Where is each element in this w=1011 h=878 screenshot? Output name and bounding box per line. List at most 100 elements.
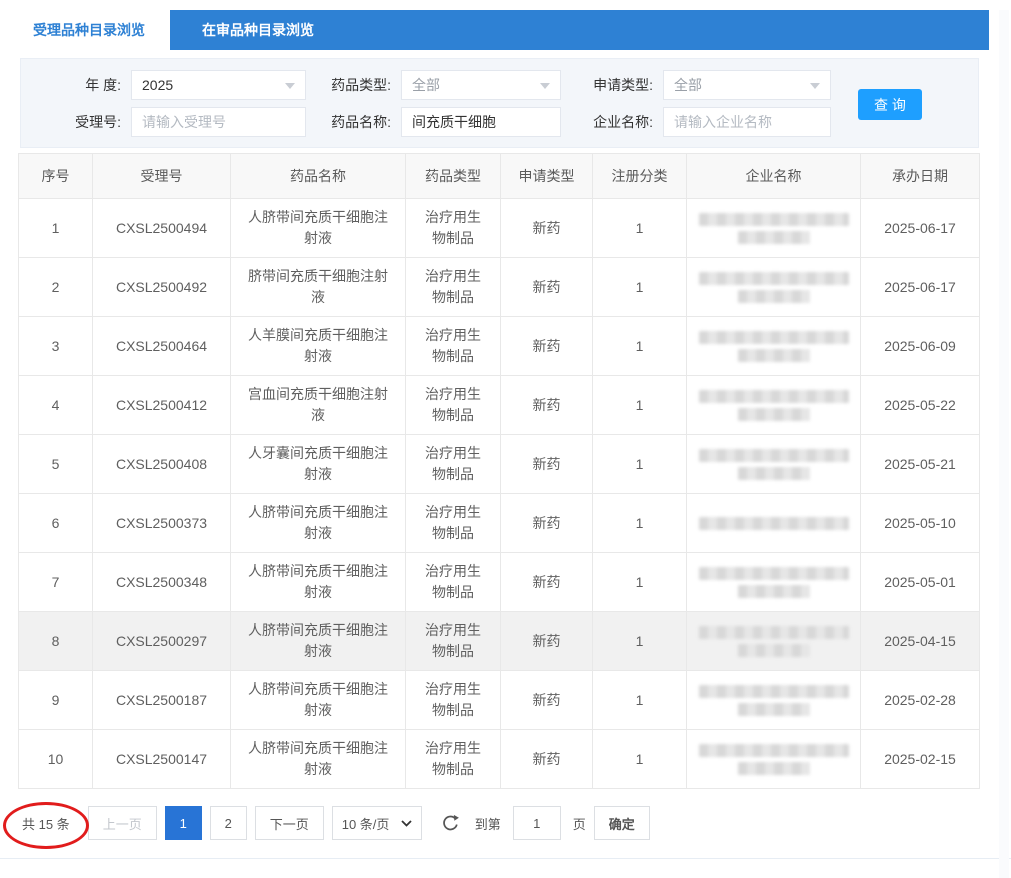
- cell-acceptance-no: CXSL2500412: [93, 376, 231, 435]
- cell-no: 3: [19, 317, 93, 376]
- cell-drug-name: 人羊膜间充质干细胞注射液: [231, 317, 406, 376]
- table-row[interactable]: 5CXSL2500408人牙囊间充质干细胞注射液治疗用生物制品新药12025-0…: [19, 435, 980, 494]
- cell-company-redacted: [687, 494, 861, 553]
- refresh-icon[interactable]: [440, 813, 461, 834]
- scrollbar-track[interactable]: [999, 10, 1009, 878]
- cell-company-redacted: [687, 376, 861, 435]
- apply-type-label: 申请类型:: [561, 75, 663, 95]
- redacted-company-name: [693, 567, 854, 598]
- cell-no: 8: [19, 612, 93, 671]
- table-row[interactable]: 10CXSL2500147人脐带间充质干细胞注射液治疗用生物制品新药12025-…: [19, 730, 980, 789]
- cell-acceptance-no: CXSL2500492: [93, 258, 231, 317]
- confirm-button[interactable]: 确定: [594, 806, 650, 840]
- cell-date: 2025-06-17: [861, 258, 980, 317]
- table-row[interactable]: 1CXSL2500494人脐带间充质干细胞注射液治疗用生物制品新药12025-0…: [19, 199, 980, 258]
- cell-drug-name: 人脐带间充质干细胞注射液: [231, 671, 406, 730]
- goto-page-unit: 页: [573, 814, 586, 833]
- column-header: 承办日期: [861, 154, 980, 199]
- company-name-label: 企业名称:: [561, 112, 663, 132]
- cell-date: 2025-02-15: [861, 730, 980, 789]
- cell-acceptance-no: CXSL2500297: [93, 612, 231, 671]
- cell-apply-type: 新药: [501, 317, 593, 376]
- cell-drug-type: 治疗用生物制品: [406, 671, 501, 730]
- cell-apply-type: 新药: [501, 730, 593, 789]
- next-page-button[interactable]: 下一页: [255, 806, 324, 840]
- table-row[interactable]: 3CXSL2500464人羊膜间充质干细胞注射液治疗用生物制品新药12025-0…: [19, 317, 980, 376]
- column-header: 申请类型: [501, 154, 593, 199]
- table-row[interactable]: 9CXSL2500187人脐带间充质干细胞注射液治疗用生物制品新药12025-0…: [19, 671, 980, 730]
- year-label: 年 度:: [56, 75, 131, 95]
- column-header: 企业名称: [687, 154, 861, 199]
- cell-apply-type: 新药: [501, 199, 593, 258]
- year-select[interactable]: 2025: [131, 70, 306, 100]
- cell-company-redacted: [687, 671, 861, 730]
- table-row[interactable]: 4CXSL2500412宫血间充质干细胞注射液治疗用生物制品新药12025-05…: [19, 376, 980, 435]
- cell-drug-name: 宫血间充质干细胞注射液: [231, 376, 406, 435]
- table-row[interactable]: 7CXSL2500348人脐带间充质干细胞注射液治疗用生物制品新药12025-0…: [19, 553, 980, 612]
- cell-acceptance-no: CXSL2500348: [93, 553, 231, 612]
- cell-drug-type: 治疗用生物制品: [406, 376, 501, 435]
- redacted-company-name: [693, 449, 854, 480]
- apply-type-select-value: 全部: [674, 75, 702, 95]
- total-count-text: 共 15 条: [22, 817, 70, 832]
- cell-drug-type: 治疗用生物制品: [406, 317, 501, 376]
- chevron-down-icon: [285, 83, 295, 89]
- cell-drug-name: 人脐带间充质干细胞注射液: [231, 199, 406, 258]
- tab-bar: 受理品种目录浏览 在审品种目录浏览: [8, 10, 989, 50]
- cell-reg-class: 1: [593, 553, 687, 612]
- column-header: 受理号: [93, 154, 231, 199]
- cell-date: 2025-05-10: [861, 494, 980, 553]
- cell-drug-type: 治疗用生物制品: [406, 730, 501, 789]
- bottom-divider: [0, 858, 1011, 859]
- total-count: 共 15 条: [12, 814, 80, 833]
- search-button[interactable]: 查 询: [858, 89, 922, 120]
- cell-acceptance-no: CXSL2500187: [93, 671, 231, 730]
- goto-page-label: 到第: [475, 814, 501, 833]
- tab-accepted-catalog[interactable]: 受理品种目录浏览: [8, 10, 170, 50]
- cell-reg-class: 1: [593, 494, 687, 553]
- chevron-down-icon: [810, 83, 820, 89]
- table-row[interactable]: 6CXSL2500373人脐带间充质干细胞注射液治疗用生物制品新药12025-0…: [19, 494, 980, 553]
- page-size-value: 10 条/页: [342, 814, 390, 833]
- cell-drug-name: 人脐带间充质干细胞注射液: [231, 553, 406, 612]
- cell-reg-class: 1: [593, 435, 687, 494]
- goto-page-input[interactable]: [513, 806, 561, 840]
- filter-panel: 年 度: 2025 药品类型: 全部 申请类型: 全部 受理号: 药品名称: 企…: [20, 58, 979, 148]
- cell-company-redacted: [687, 612, 861, 671]
- cell-no: 9: [19, 671, 93, 730]
- prev-page-button[interactable]: 上一页: [88, 806, 157, 840]
- tab-in-review-catalog[interactable]: 在审品种目录浏览: [170, 10, 346, 50]
- cell-acceptance-no: CXSL2500373: [93, 494, 231, 553]
- company-name-input[interactable]: [663, 107, 831, 137]
- redacted-company-name: [693, 517, 854, 530]
- drug-type-select[interactable]: 全部: [401, 70, 561, 100]
- column-header: 药品类型: [406, 154, 501, 199]
- page-number-button[interactable]: 2: [210, 806, 247, 840]
- acceptance-no-input[interactable]: [131, 107, 306, 137]
- cell-acceptance-no: CXSL2500147: [93, 730, 231, 789]
- cell-drug-name: 人脐带间充质干细胞注射液: [231, 612, 406, 671]
- page-size-select[interactable]: 10 条/页: [332, 806, 422, 840]
- cell-company-redacted: [687, 199, 861, 258]
- table-row[interactable]: 2CXSL2500492脐带间充质干细胞注射液治疗用生物制品新药12025-06…: [19, 258, 980, 317]
- cell-drug-name: 人牙囊间充质干细胞注射液: [231, 435, 406, 494]
- cell-drug-name: 人脐带间充质干细胞注射液: [231, 494, 406, 553]
- cell-reg-class: 1: [593, 671, 687, 730]
- cell-date: 2025-02-28: [861, 671, 980, 730]
- cell-no: 4: [19, 376, 93, 435]
- column-header: 序号: [19, 154, 93, 199]
- acceptance-no-label: 受理号:: [56, 112, 131, 132]
- redacted-company-name: [693, 390, 854, 421]
- page-number-button[interactable]: 1: [165, 806, 202, 840]
- chevron-down-icon: [540, 83, 550, 89]
- cell-reg-class: 1: [593, 199, 687, 258]
- apply-type-select[interactable]: 全部: [663, 70, 831, 100]
- cell-acceptance-no: CXSL2500464: [93, 317, 231, 376]
- drug-name-label: 药品名称:: [306, 112, 401, 132]
- table-row[interactable]: 8CXSL2500297人脐带间充质干细胞注射液治疗用生物制品新药12025-0…: [19, 612, 980, 671]
- cell-apply-type: 新药: [501, 376, 593, 435]
- cell-date: 2025-05-21: [861, 435, 980, 494]
- cell-date: 2025-04-15: [861, 612, 980, 671]
- cell-drug-name: 脐带间充质干细胞注射液: [231, 258, 406, 317]
- drug-name-input[interactable]: [401, 107, 561, 137]
